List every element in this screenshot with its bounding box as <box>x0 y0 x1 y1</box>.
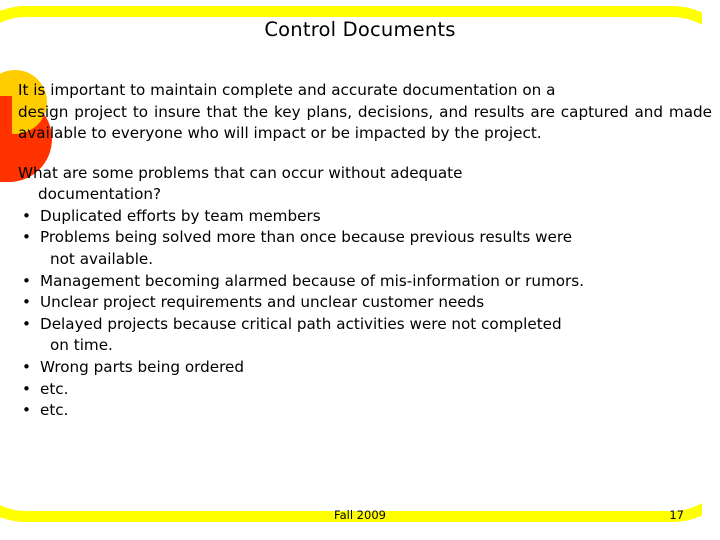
bullet-list: • Duplicated efforts by team members • P… <box>18 206 718 422</box>
list-item-text: etc. <box>40 379 69 398</box>
bullet-icon: • <box>22 293 31 312</box>
paragraph-question: What are some problems that can occur wi… <box>18 163 718 206</box>
list-item-continuation: not available. <box>50 250 154 269</box>
list-item: • Unclear project requirements and uncle… <box>18 292 718 314</box>
bullet-icon: • <box>22 401 31 420</box>
list-item-continuation: on time. <box>50 336 113 355</box>
list-item: • Management becoming alarmed because of… <box>18 271 718 293</box>
paragraph-question-line1: What are some problems that can occur wi… <box>18 163 463 182</box>
bullet-icon: • <box>22 357 31 376</box>
list-item-text: Wrong parts being ordered <box>40 357 244 376</box>
bullet-icon: • <box>22 314 31 333</box>
list-item-text: etc. <box>40 401 69 420</box>
list-item: • Problems being solved more than once b… <box>18 227 718 270</box>
body-text: It is important to maintain complete and… <box>18 80 718 422</box>
paragraph-intro-rest: design project to insure that the key pl… <box>18 102 712 143</box>
list-item: • etc. <box>18 379 718 401</box>
list-item-text: Management becoming alarmed because of m… <box>40 271 585 290</box>
bullet-icon: • <box>22 206 31 225</box>
list-item-text: Problems being solved more than once bec… <box>40 228 573 247</box>
slide: Control Documents It is important to mai… <box>0 0 720 540</box>
bullet-icon: • <box>22 228 31 247</box>
list-item: • Wrong parts being ordered <box>18 357 718 379</box>
list-item: • etc. <box>18 400 718 422</box>
bullet-icon: • <box>22 271 31 290</box>
list-item-text: Duplicated efforts by team members <box>40 206 321 225</box>
bullet-icon: • <box>22 379 31 398</box>
list-item-text: Delayed projects because critical path a… <box>40 314 562 333</box>
paragraph-intro-line1: It is important to maintain complete and… <box>18 81 556 99</box>
list-item: • Delayed projects because critical path… <box>18 314 718 357</box>
paragraph-question-line2: documentation? <box>38 185 162 204</box>
slide-content: Control Documents It is important to mai… <box>0 0 720 540</box>
page-title: Control Documents <box>264 18 456 41</box>
paragraph-intro: It is important to maintain complete and… <box>18 80 718 145</box>
footer-date: Fall 2009 <box>334 508 386 522</box>
footer-page-number: 17 <box>669 508 684 522</box>
list-item: • Duplicated efforts by team members <box>18 206 718 228</box>
list-item-text: Unclear project requirements and unclear… <box>40 293 485 312</box>
